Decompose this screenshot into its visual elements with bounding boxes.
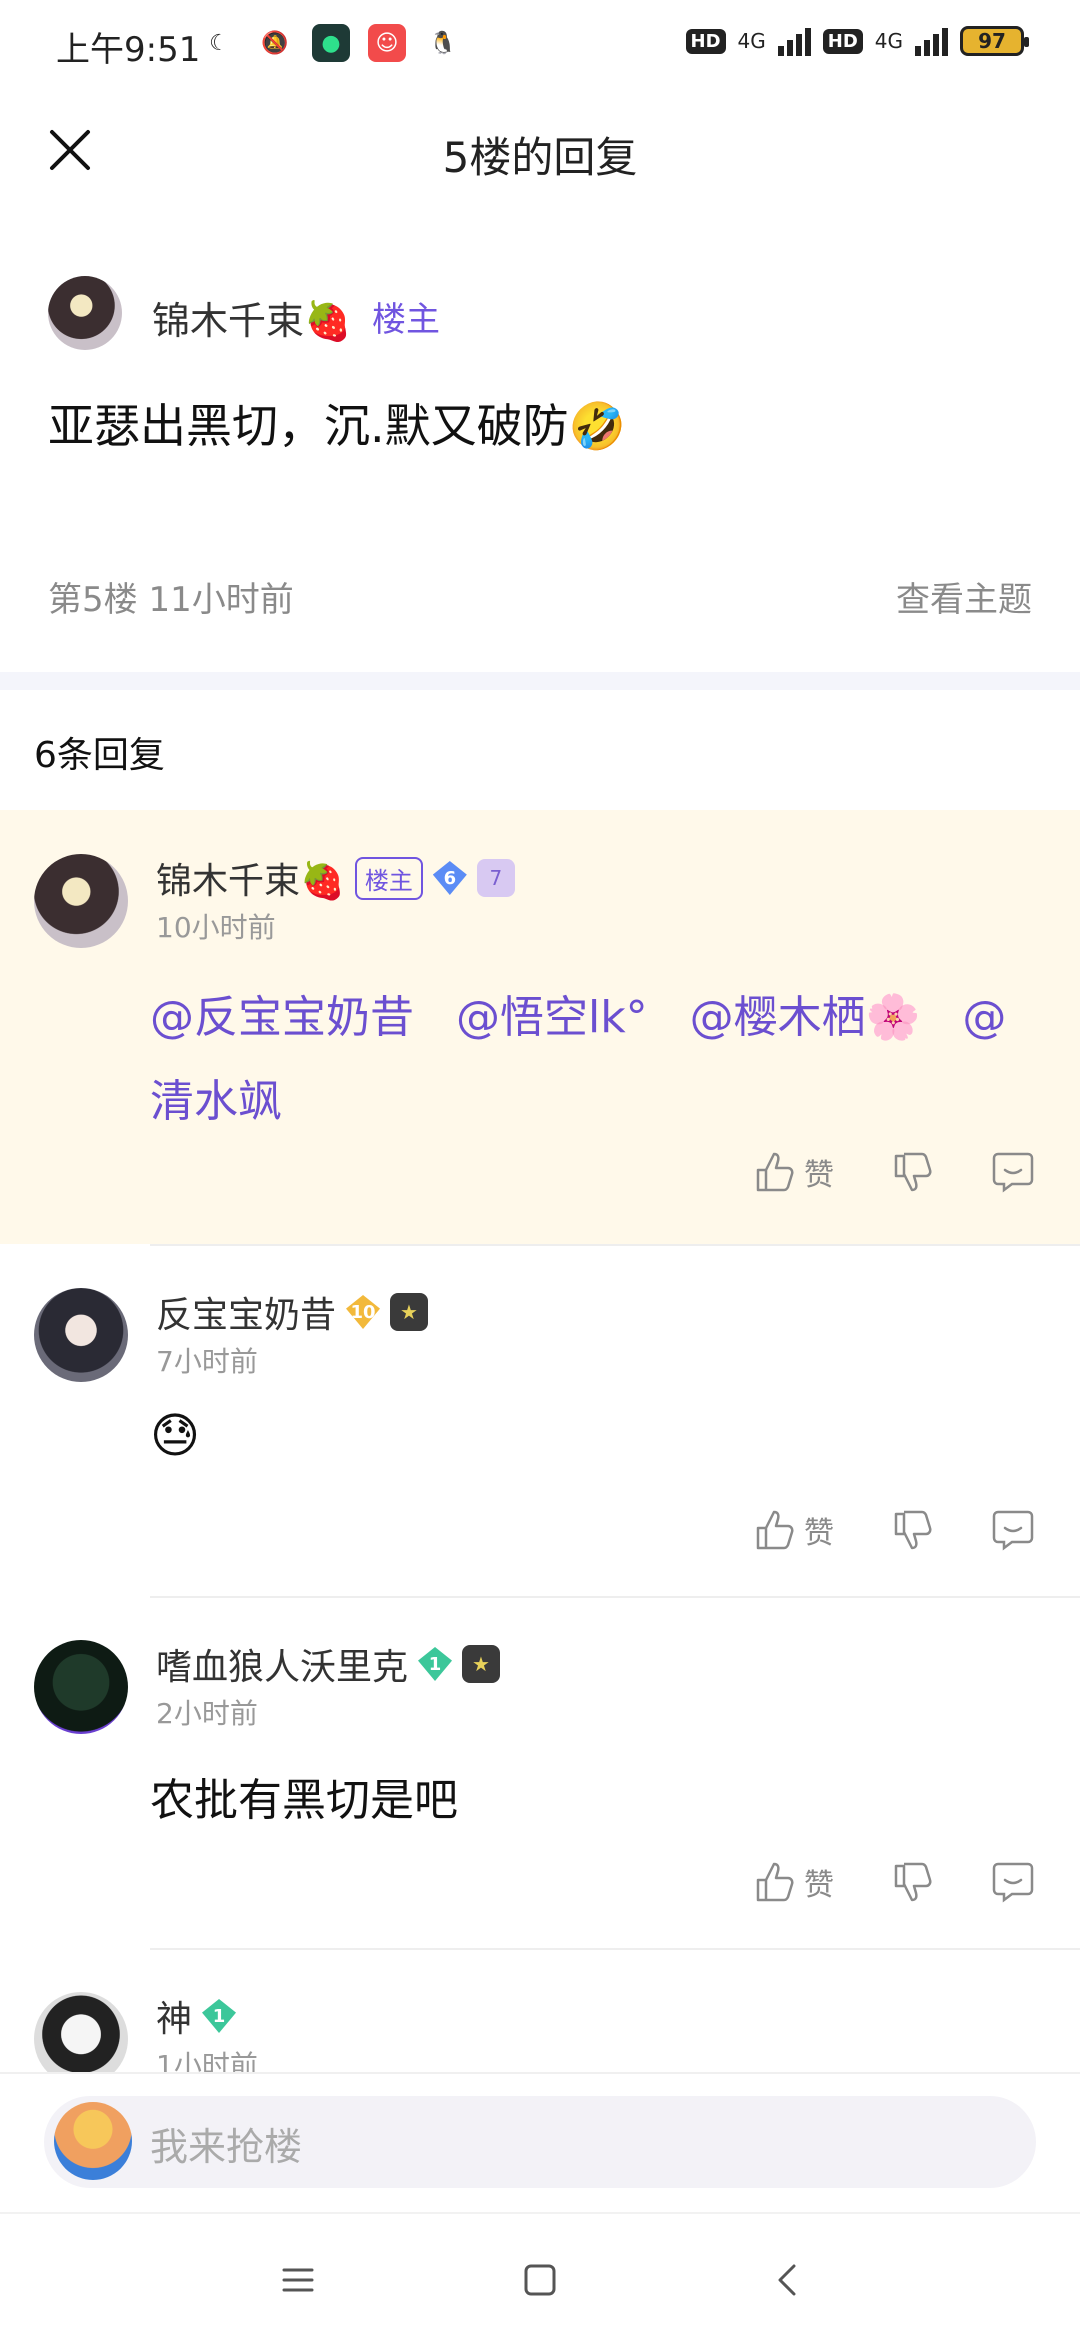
mention-link[interactable]: @反宝宝奶昔 [150, 992, 414, 1043]
comment-icon[interactable] [990, 1860, 1036, 1904]
top-bar: 5楼的回复 [0, 96, 1080, 206]
like-label: 赞 [804, 1868, 834, 1903]
reply-input[interactable]: 我来抢楼 [44, 2096, 1036, 2188]
level-badge: 10 [346, 1295, 381, 1329]
list-item: 神 1 1小时前 [0, 1950, 1080, 2072]
system-nav-bar [0, 2212, 1080, 2342]
op-author-name[interactable]: 锦木千束🍓 [152, 290, 351, 345]
like-button[interactable]: 赞 [752, 1150, 834, 1194]
reply-actions: 赞 [752, 1150, 1036, 1194]
thumbs-up-icon [756, 1862, 794, 1902]
avatar [54, 2102, 132, 2180]
reply-content: @反宝宝奶昔 @悟空lk° @樱木栖🌸 @清水飒 [150, 976, 1030, 1144]
thumbs-down-icon[interactable] [890, 1860, 934, 1904]
reply-author-name[interactable]: 反宝宝奶昔 [156, 1286, 336, 1338]
status-icons: ☾ 🔕 ● ☺ 🐧 [200, 24, 462, 62]
reply-author-row: 嗜血狼人沃里克 1 ★ [156, 1638, 501, 1690]
page-title: 5楼的回复 [442, 133, 638, 182]
avatar[interactable] [34, 854, 128, 948]
level-badge: 1 [202, 1999, 237, 2033]
qq-icon: 🐧 [429, 30, 457, 56]
medal-icon: 7 [476, 859, 515, 897]
level-badge: 6 [432, 861, 467, 895]
menu-icon[interactable] [278, 2260, 318, 2300]
medal-icon: ★ [462, 1645, 501, 1683]
op-content: 亚瑟出黑切，沉.默又破防🤣 [48, 399, 626, 453]
like-button[interactable]: 赞 [752, 1508, 834, 1552]
list-item: 反宝宝奶昔 10 ★ 7小时前 😓 赞 [0, 1246, 1080, 1596]
op-floor-time: 第5楼 11小时前 [48, 580, 294, 620]
reply-time: 2小时前 [156, 1697, 258, 1730]
reply-input-bar: 我来抢楼 [0, 2072, 1080, 2214]
avatar[interactable] [34, 1992, 128, 2072]
avatar[interactable] [34, 1640, 128, 1734]
app-icon: ● [312, 24, 350, 62]
avatar[interactable] [34, 1288, 128, 1382]
status-time: 上午9:51 [56, 30, 201, 70]
list-item: 锦木千束🍓 楼主 6 7 10小时前 @反宝宝奶昔 @悟空lk° @樱木栖🌸 @… [0, 810, 1080, 1244]
app-icon: ☺ [368, 24, 406, 62]
bell-off-icon: 🔕 [261, 30, 289, 56]
reply-time: 10小时前 [156, 911, 276, 944]
reply-author-name[interactable]: 嗜血狼人沃里克 [156, 1638, 408, 1690]
signal-icon [777, 26, 811, 56]
mention-link[interactable]: @樱木栖🌸 [690, 992, 921, 1043]
comment-icon[interactable] [990, 1508, 1036, 1552]
home-icon[interactable] [520, 2260, 560, 2300]
reply-time: 1小时前 [156, 2049, 258, 2072]
thumbs-down-icon[interactable] [890, 1508, 934, 1552]
hd-badge: HD [822, 28, 863, 54]
reply-time: 7小时前 [156, 1345, 258, 1378]
moon-icon: ☾ [209, 30, 229, 56]
reply-author-name[interactable]: 神 [156, 1990, 192, 2042]
view-topic-link[interactable]: 查看主题 [896, 572, 1032, 621]
network-label: 4G [874, 29, 903, 53]
signal-icon [915, 26, 948, 56]
reply-actions: 赞 [752, 1860, 1036, 1904]
like-label: 赞 [804, 1158, 834, 1193]
reply-actions: 赞 [752, 1508, 1036, 1552]
mention-link[interactable]: @悟空lk° [456, 992, 648, 1043]
comment-icon[interactable] [990, 1150, 1036, 1194]
thumbs-up-icon [756, 1510, 794, 1550]
reply-content: 😓 [150, 1408, 201, 1464]
reply-author-row: 锦木千束🍓 楼主 6 7 [156, 852, 515, 904]
op-badge: 楼主 [354, 856, 423, 900]
network-label: 4G [737, 29, 766, 53]
avatar[interactable] [48, 276, 122, 350]
battery-icon: 97 [960, 26, 1029, 56]
reply-content: 农批有黑切是吧 [150, 1775, 458, 1826]
op-author-tag: 楼主 [372, 300, 440, 340]
replies-count: 6条回复 [34, 735, 165, 776]
reply-author-row: 神 1 [156, 1990, 237, 2042]
section-divider [0, 672, 1080, 690]
like-button[interactable]: 赞 [752, 1860, 834, 1904]
list-item: 嗜血狼人沃里克 1 ★ 2小时前 农批有黑切是吧 赞 [0, 1598, 1080, 1950]
thumbs-down-icon[interactable] [890, 1150, 934, 1194]
reply-author-row: 反宝宝奶昔 10 ★ [156, 1286, 429, 1338]
status-bar: 上午9:51 ☾ 🔕 ● ☺ 🐧 HD 4G HD 4G 97 [0, 0, 1080, 96]
status-right: HD 4G HD 4G 97 [685, 26, 1029, 56]
medal-icon: ★ [390, 1293, 429, 1331]
battery-level: 97 [978, 29, 1006, 53]
back-icon[interactable] [768, 2260, 808, 2300]
reply-author-name[interactable]: 锦木千束🍓 [156, 852, 345, 904]
reply-input-placeholder: 我来抢楼 [150, 2125, 303, 2169]
hd-badge: HD [685, 28, 726, 54]
like-label: 赞 [804, 1516, 834, 1551]
level-badge: 1 [418, 1647, 453, 1681]
thumbs-up-icon [756, 1152, 794, 1192]
